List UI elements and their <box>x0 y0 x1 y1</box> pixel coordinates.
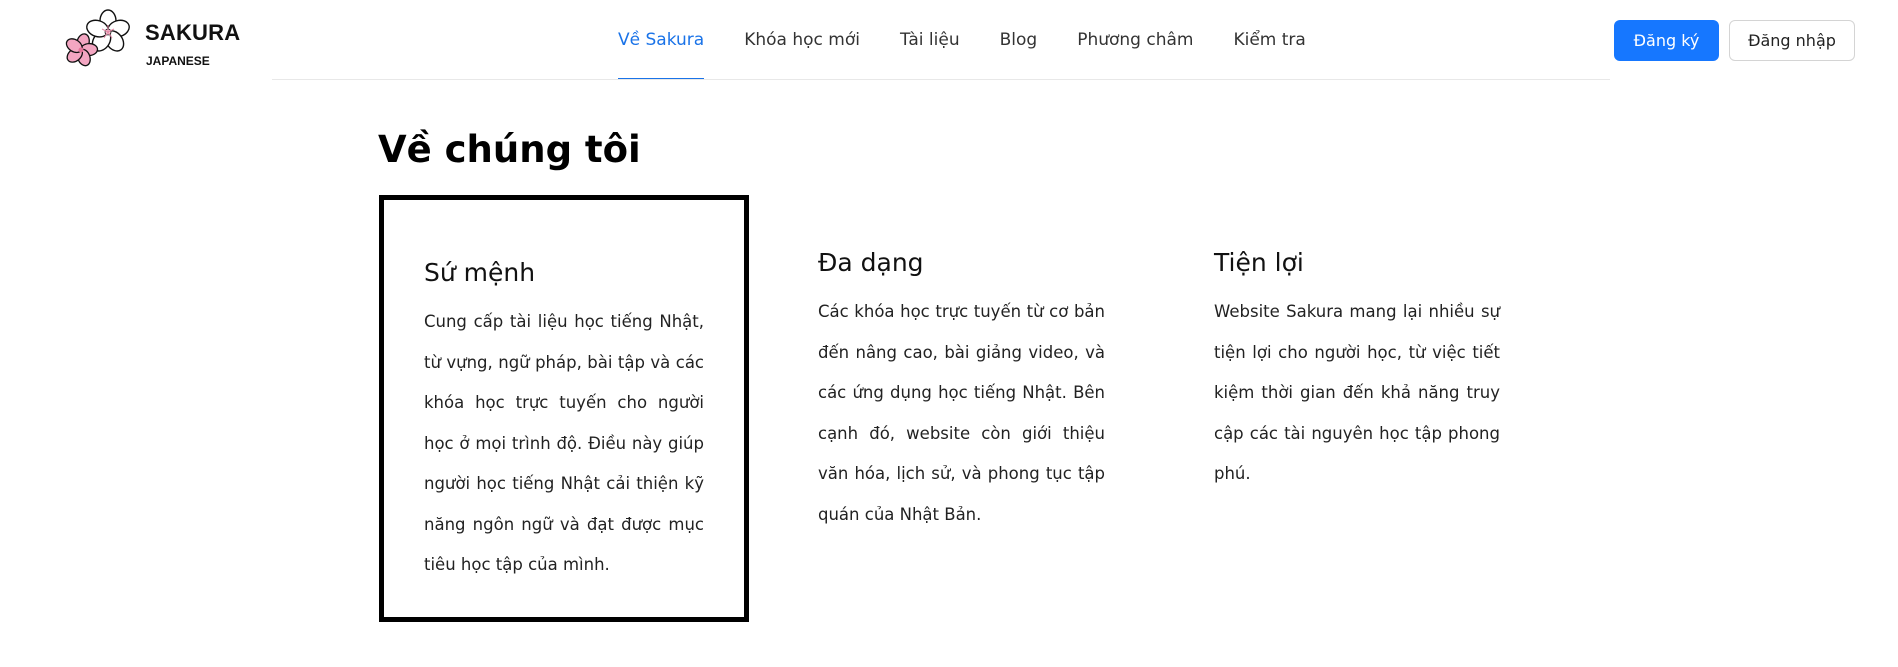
card-convenience: Tiện lợi Website Sakura mang lại nhiều s… <box>1214 246 1500 495</box>
nav-item-blog[interactable]: Blog <box>1000 0 1038 80</box>
card-title: Tiện lợi <box>1214 248 1304 277</box>
card-text: Website Sakura mang lại nhiều sự tiện lợ… <box>1214 302 1500 483</box>
register-button[interactable]: Đăng ký <box>1614 20 1719 61</box>
sakura-flower-icon <box>65 9 130 67</box>
header-divider <box>272 79 1610 80</box>
nav-item-phuong-cham[interactable]: Phương châm <box>1077 0 1193 80</box>
card-text: Cung cấp tài liệu học tiếng Nhật, từ vựn… <box>424 312 704 574</box>
card-diversity: Đa dạng Các khóa học trực tuyến từ cơ bả… <box>818 246 1105 535</box>
site-header: SAKURA JAPANESE Về Sakura Khóa học mới T… <box>0 0 1898 80</box>
card-title: Sứ mệnh <box>424 258 536 287</box>
logo-title: SAKURA <box>145 20 241 45</box>
page: SAKURA JAPANESE Về Sakura Khóa học mới T… <box>0 0 1898 667</box>
card-text: Các khóa học trực tuyến từ cơ bản đến nâ… <box>818 302 1105 524</box>
nav-item-khoa-hoc-moi[interactable]: Khóa học mới <box>744 0 860 80</box>
nav-item-kiem-tra[interactable]: Kiểm tra <box>1233 0 1305 80</box>
nav-item-ve-sakura[interactable]: Về Sakura <box>618 0 705 80</box>
sakura-logo[interactable]: SAKURA JAPANESE <box>62 8 241 72</box>
page-title: Về chúng tôi <box>378 128 641 171</box>
logo-subtitle: JAPANESE <box>146 54 210 68</box>
card-title: Đa dạng <box>818 248 924 277</box>
login-button[interactable]: Đăng nhập <box>1729 20 1855 61</box>
main-nav: Về Sakura Khóa học mới Tài liệu Blog Phư… <box>618 0 1346 80</box>
nav-item-tai-lieu[interactable]: Tài liệu <box>900 0 960 80</box>
card-mission: Sứ mệnh Cung cấp tài liệu học tiếng Nhật… <box>379 195 749 622</box>
